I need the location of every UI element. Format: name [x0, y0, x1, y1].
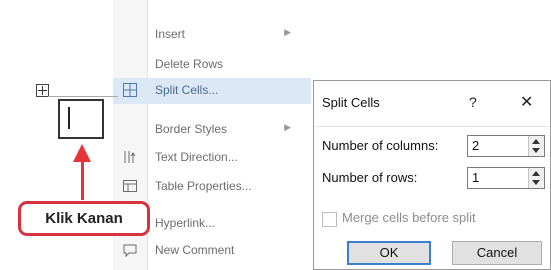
split-cells-icon [121, 82, 139, 100]
dialog-title: Split Cells [322, 95, 380, 110]
menu-item-text-direction[interactable]: Text Direction... [113, 145, 311, 171]
table-border-line [48, 96, 118, 97]
columns-value[interactable]: 2 [472, 138, 479, 153]
text-cursor [68, 107, 70, 129]
table-cell[interactable] [58, 99, 104, 139]
split-cells-dialog: Split Cells ? ✕ Number of columns: 2 Num… [313, 80, 551, 270]
columns-spinner[interactable]: 2 [467, 135, 545, 157]
callout-label: Klik Kanan [18, 201, 150, 236]
table-properties-icon [121, 178, 139, 196]
insert-icon [121, 26, 139, 44]
cancel-button[interactable]: Cancel [452, 241, 542, 265]
spin-down-icon[interactable] [532, 148, 540, 153]
menu-item-border-styles[interactable]: Border Styles ▶ [113, 117, 311, 143]
columns-label: Number of columns: [322, 138, 439, 153]
spin-up-icon[interactable] [532, 171, 540, 176]
spin-up-icon[interactable] [532, 139, 540, 144]
rows-spinner[interactable]: 1 [467, 167, 545, 189]
rows-spin-buttons[interactable] [528, 168, 544, 188]
submenu-arrow-icon: ▶ [284, 27, 291, 37]
menu-item-table-properties[interactable]: Table Properties... [113, 174, 311, 200]
spin-down-icon[interactable] [532, 180, 540, 185]
rows-label: Number of rows: [322, 170, 418, 185]
menu-item-insert[interactable]: Insert ▶ [113, 22, 311, 48]
ok-button[interactable]: OK [347, 241, 431, 265]
menu-item-delete-rows[interactable]: Delete Rows [113, 52, 311, 78]
menu-item-split-cells[interactable]: Split Cells... [113, 78, 311, 104]
help-button[interactable]: ? [469, 94, 477, 110]
comment-icon [121, 242, 139, 260]
columns-spin-buttons[interactable] [528, 136, 544, 156]
close-button[interactable]: ✕ [520, 92, 533, 112]
text-direction-icon [121, 149, 139, 167]
title-separator [314, 126, 550, 127]
submenu-arrow-icon: ▶ [284, 122, 291, 132]
merge-cells-checkbox[interactable] [322, 212, 337, 227]
merge-cells-label: Merge cells before split [342, 210, 476, 225]
arrow-shaft [81, 160, 84, 200]
rows-value[interactable]: 1 [472, 170, 479, 185]
menu-item-new-comment[interactable]: New Comment [113, 238, 311, 264]
